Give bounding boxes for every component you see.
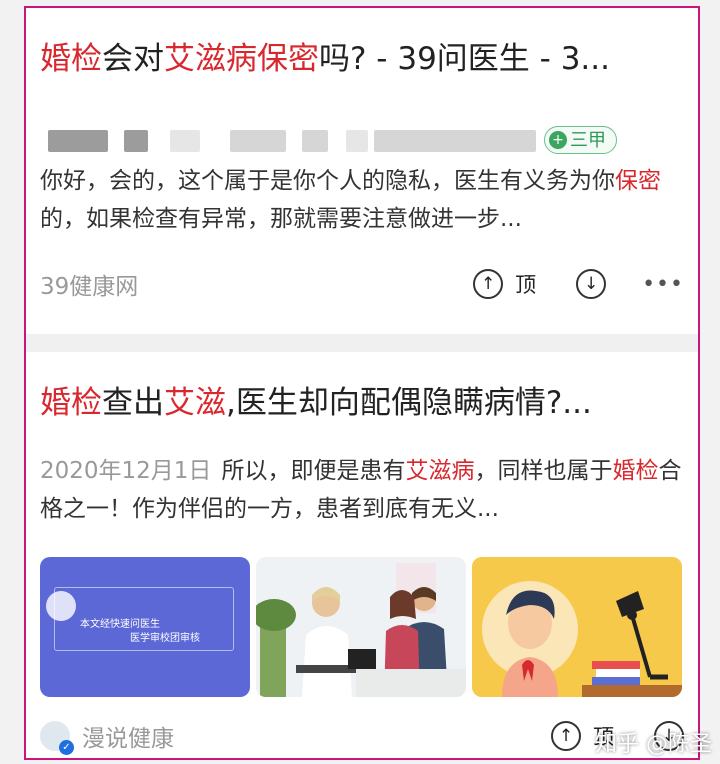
result-actions: ↑ 顶 ↓ ••• bbox=[473, 264, 684, 304]
result-source[interactable]: 漫说健康 bbox=[82, 719, 174, 753]
blurred-avatar bbox=[48, 130, 108, 152]
screenshot-frame: 婚检会对艾滋病保密吗? - 39问医生 - 3... + 三甲 你好，会的，这个… bbox=[24, 6, 700, 760]
title-highlight: 艾滋 bbox=[164, 385, 226, 421]
thumbnail-strip: 本文经快速问医生 医学审校团审核 bbox=[40, 557, 682, 697]
more-options-icon[interactable]: ••• bbox=[642, 272, 684, 297]
title-highlight: 婚检 bbox=[40, 41, 102, 77]
title-text: 会对 bbox=[102, 41, 164, 77]
hospital-row: + 三甲 bbox=[40, 124, 680, 158]
blurred-text bbox=[302, 130, 328, 152]
thumbnail-illustration[interactable] bbox=[472, 557, 682, 697]
result-title[interactable]: 婚检会对艾滋病保密吗? - 39问医生 - 3... bbox=[40, 38, 690, 80]
blurred-text bbox=[124, 130, 148, 152]
consultation-photo bbox=[256, 557, 466, 697]
publish-date: 2020年12月1日 bbox=[40, 458, 212, 484]
result-snippet: 你好，会的，这个属于是你个人的隐私，医生有义务为你保密的，如果检查有异常，那就需… bbox=[40, 162, 690, 238]
snippet-text: 的，如果检查有异常，那就需要注意做进一步... bbox=[40, 206, 522, 232]
snippet-highlight: 艾滋病 bbox=[405, 458, 475, 484]
zhihu-watermark: 知乎 @陈圣 bbox=[595, 732, 712, 757]
hospital-grade-badge: + 三甲 bbox=[544, 126, 617, 154]
snippet-text: 你好，会的，这个属于是你个人的隐私，医生有义务为你 bbox=[40, 168, 615, 194]
verified-icon: ✓ bbox=[59, 740, 74, 755]
badge-label: 三甲 bbox=[570, 129, 606, 151]
result-title[interactable]: 婚检查出艾滋,医生却向配偶隐瞒病情?... bbox=[40, 382, 690, 424]
seal-icon bbox=[46, 591, 76, 621]
illustration bbox=[472, 557, 682, 697]
title-text: 查出 bbox=[102, 385, 164, 421]
search-result-card[interactable]: 婚检会对艾滋病保密吗? - 39问医生 - 3... + 三甲 你好，会的，这个… bbox=[26, 8, 698, 334]
upvote-icon[interactable]: ↑ bbox=[551, 721, 581, 751]
thumbnail-consultation-photo[interactable] bbox=[256, 557, 466, 697]
result-footer: ✓ 漫说健康 ↑ 顶 ↓ bbox=[40, 716, 684, 756]
thumbnail-caption: 医学审校团审核 bbox=[130, 633, 200, 644]
title-text: 吗? - 39问医生 - 3... bbox=[319, 41, 610, 77]
thumbnail-certificate[interactable]: 本文经快速问医生 医学审校团审核 bbox=[40, 557, 250, 697]
blurred-hospital-name bbox=[374, 130, 536, 152]
title-text: ,医生却向配偶隐瞒病情?... bbox=[226, 385, 592, 421]
shield-plus-icon: + bbox=[549, 131, 567, 149]
downvote-icon[interactable]: ↓ bbox=[576, 269, 607, 299]
thumbnail-caption: 本文经快速问医生 bbox=[80, 619, 160, 630]
search-result-card[interactable]: 婚检查出艾滋,医生却向配偶隐瞒病情?... 2020年12月1日 所以，即便是患有… bbox=[26, 352, 698, 758]
snippet-highlight: 保密 bbox=[615, 168, 661, 194]
title-highlight: 婚检 bbox=[40, 385, 102, 421]
result-footer: 39健康网 ↑ 顶 ↓ ••• bbox=[40, 264, 684, 304]
result-snippet: 2020年12月1日 所以，即便是患有艾滋病，同样也属于婚检合格之一！作为伴侣的一… bbox=[40, 452, 690, 528]
blurred-text bbox=[230, 130, 286, 152]
upvote-icon[interactable]: ↑ bbox=[473, 269, 504, 299]
blurred-text bbox=[346, 130, 368, 152]
blurred-text bbox=[170, 130, 200, 152]
snippet-text: 所以，即便是患有 bbox=[221, 458, 406, 484]
snippet-text: ，同样也属于 bbox=[474, 458, 613, 484]
upvote-label[interactable]: 顶 bbox=[515, 269, 536, 299]
snippet-highlight: 婚检 bbox=[612, 458, 659, 484]
result-source[interactable]: 39健康网 bbox=[40, 267, 138, 301]
source-avatar[interactable]: ✓ bbox=[40, 721, 74, 755]
title-highlight: 艾滋病保密 bbox=[164, 41, 319, 77]
